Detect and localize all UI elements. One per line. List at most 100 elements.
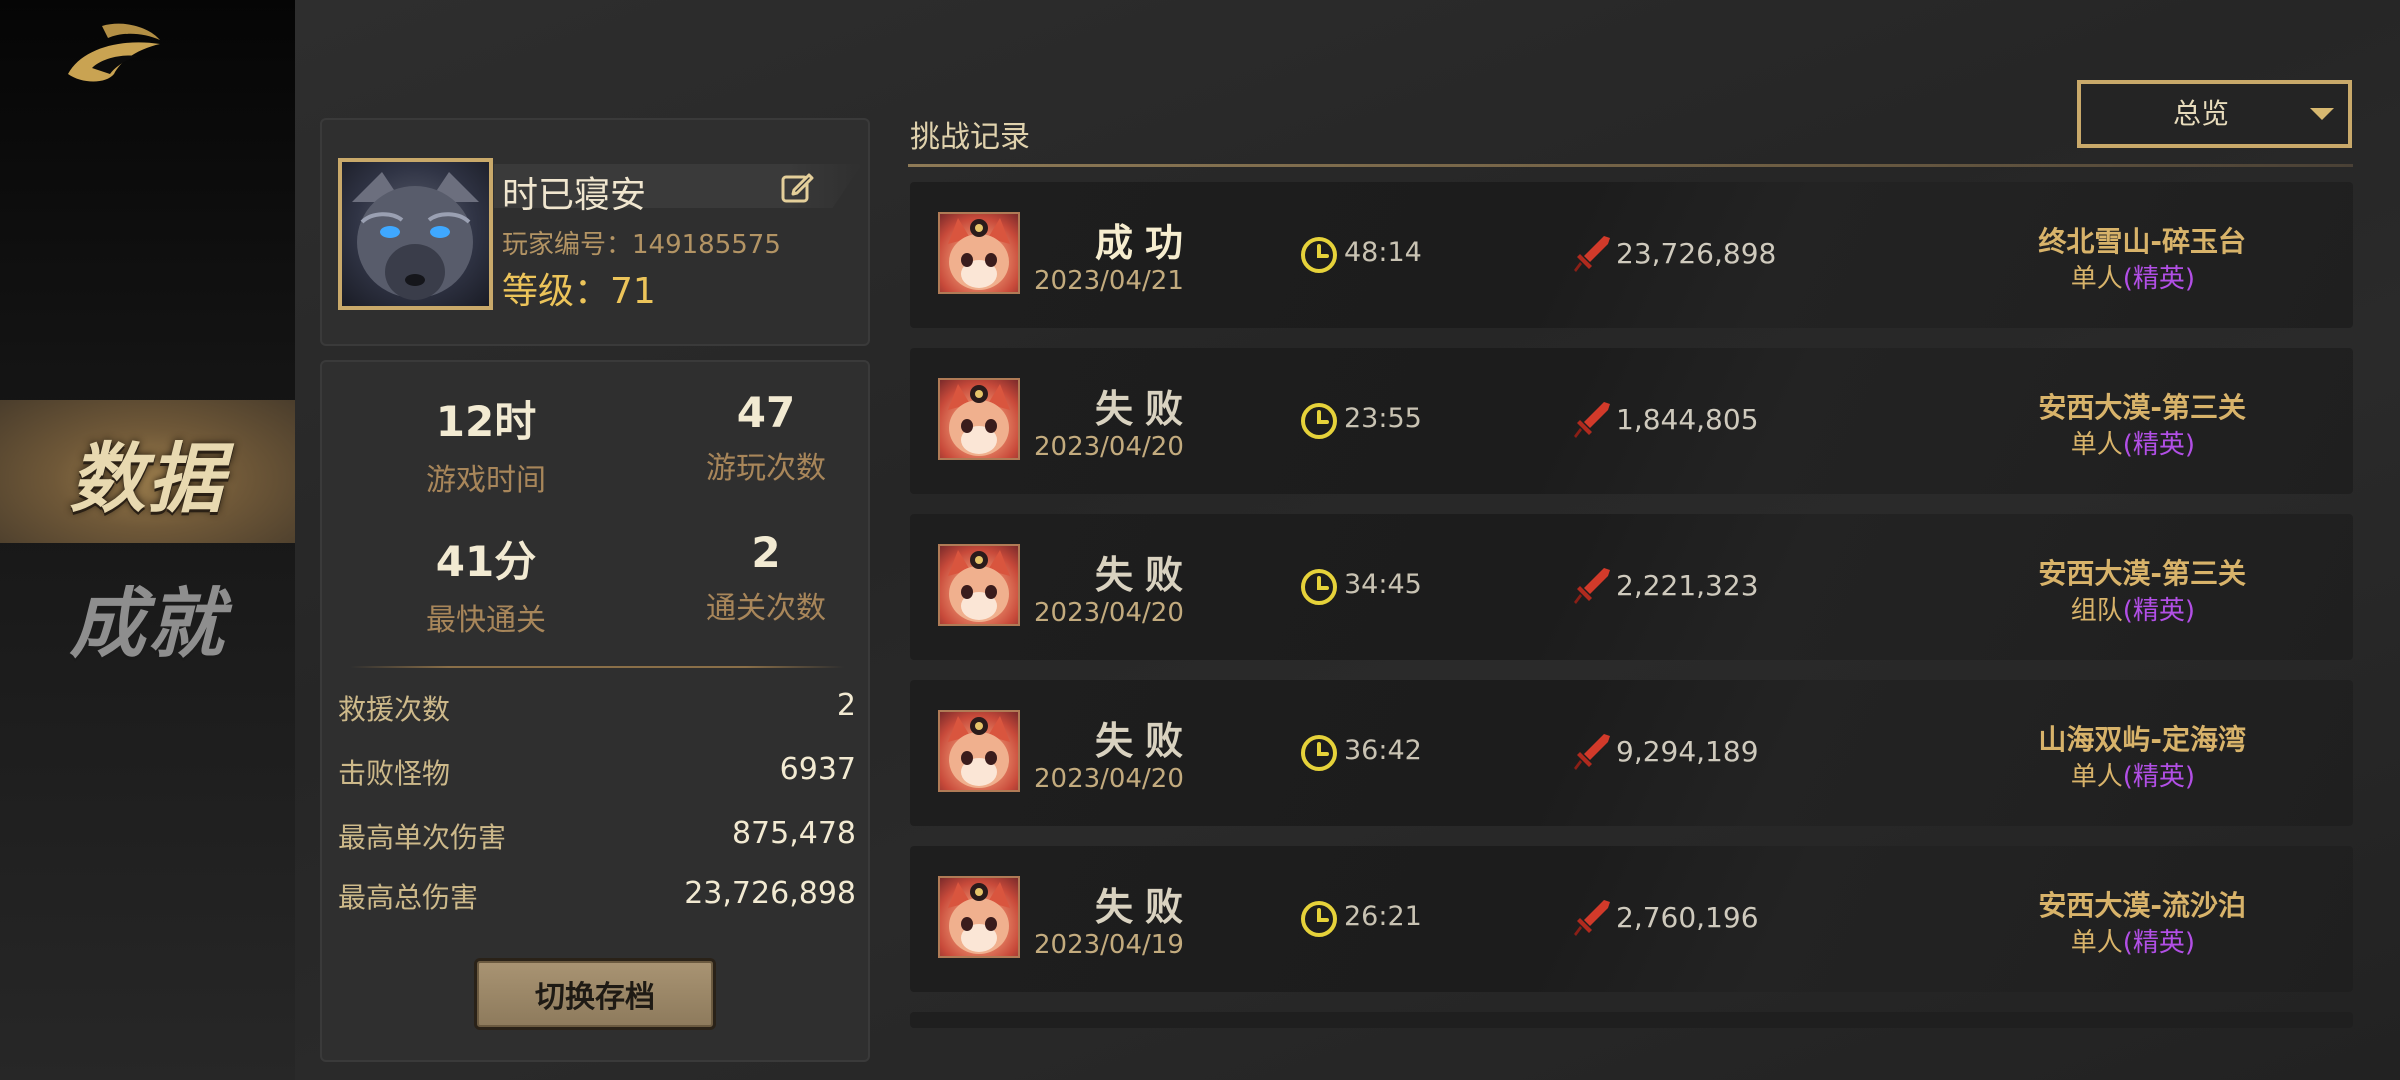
clock-icon [1301, 403, 1337, 439]
record-mode-type: 组队 [2070, 596, 2123, 626]
player-level: 等级：71 [502, 271, 656, 312]
clock-icon [1301, 237, 1337, 273]
clock-icon [1301, 901, 1337, 937]
record-difficulty: (精英) [2122, 762, 2195, 792]
record-difficulty: (精英) [2122, 430, 2195, 460]
record-stage: 安西大漠-第三关 [2038, 557, 2246, 590]
record-row[interactable]: 失败 2023/04/20 36:42 9,294,189 山海双屿-定海湾 单… [910, 680, 2353, 826]
record-partial [910, 1012, 2353, 1028]
stat-label: 游戏时间 [426, 463, 546, 498]
record-result: 失败 [1094, 387, 1195, 431]
chevron-down-icon [2310, 108, 2334, 120]
stat-label: 最快通关 [426, 603, 546, 638]
clock-icon [1301, 735, 1337, 771]
character-portrait-icon [938, 876, 1020, 958]
stat-row-key: 救援次数 [338, 693, 451, 726]
stat-row-value: 6937 [779, 752, 856, 787]
stats-card: 12时 游戏时间 47 游玩次数 41分 最快通关 2 通关次数 救援次数 2 … [320, 360, 870, 1062]
record-mode: 组队(精英) [2071, 590, 2195, 627]
character-portrait-icon [938, 378, 1020, 460]
stat-row-key: 最高总伤害 [338, 881, 479, 914]
stat-row-monsters: 击败怪物 6937 [338, 752, 856, 792]
character-portrait-icon [938, 544, 1020, 626]
record-damage: 2,760,196 [1616, 901, 1759, 934]
record-time: 36:42 [1344, 735, 1422, 766]
character-portrait-icon [938, 710, 1020, 792]
stat-row-value: 2 [836, 688, 856, 723]
edit-icon[interactable] [780, 170, 814, 204]
nav-tab-data[interactable]: 数据 [0, 400, 295, 543]
record-damage: 1,844,805 [1616, 403, 1759, 436]
records-title: 挑战记录 [910, 120, 1030, 155]
record-row[interactable]: 失败 2023/04/20 34:45 2,221,323 安西大漠-第三关 组… [910, 514, 2353, 660]
sword-icon [1574, 236, 1610, 272]
stat-row-rescues: 救援次数 2 [338, 688, 856, 728]
record-row[interactable]: 成功 2023/04/21 48:14 23,726,898 终北雪山-碎玉台 … [910, 182, 2353, 328]
switch-save-button[interactable]: 切换存档 [474, 958, 716, 1030]
record-damage: 9,294,189 [1616, 735, 1759, 768]
stat-value: 12时 [435, 397, 537, 446]
record-date: 2023/04/21 [1034, 266, 1184, 296]
avatar[interactable] [338, 158, 493, 310]
record-mode: 单人(精英) [2071, 922, 2195, 959]
stat-row-key: 最高单次伤害 [338, 821, 507, 854]
record-stage: 安西大漠-第三关 [2038, 391, 2246, 424]
sword-icon [1574, 568, 1610, 604]
sword-icon [1574, 402, 1610, 438]
stat-label: 游玩次数 [706, 451, 826, 486]
stat-row-max-single-damage: 最高单次伤害 875,478 [338, 816, 856, 856]
sword-icon [1574, 734, 1610, 770]
record-mode-type: 单人 [2070, 762, 2123, 792]
record-difficulty: (精英) [2122, 928, 2195, 958]
record-mode: 单人(精英) [2071, 756, 2195, 793]
nav-tab-achievements[interactable]: 成就 [0, 545, 295, 688]
stat-row-value: 23,726,898 [684, 876, 856, 911]
sword-icon [1574, 900, 1610, 936]
record-mode-type: 单人 [2070, 264, 2123, 294]
records-filter-dropdown[interactable]: 总览 [2077, 80, 2352, 148]
records-divider [908, 164, 2353, 167]
stat-clear-count: 2 通关次数 [646, 528, 886, 627]
record-date: 2023/04/20 [1034, 598, 1184, 628]
stat-row-value: 875,478 [731, 816, 856, 851]
record-difficulty: (精英) [2122, 596, 2195, 626]
record-time: 34:45 [1344, 569, 1422, 600]
record-time: 26:21 [1344, 901, 1422, 932]
nav-tab-label: 成就 [69, 578, 226, 668]
dropdown-value: 总览 [2172, 97, 2229, 130]
record-mode: 单人(精英) [2071, 424, 2195, 461]
stat-row-max-total-damage: 最高总伤害 23,726,898 [338, 876, 856, 916]
record-time: 48:14 [1344, 237, 1422, 268]
stat-value: 2 [751, 528, 781, 577]
player-name: 时已寝安 [502, 175, 647, 216]
clock-icon [1301, 569, 1337, 605]
nav-tab-label: 数据 [69, 433, 226, 523]
record-date: 2023/04/19 [1034, 930, 1184, 960]
stat-play-time: 12时 游戏时间 [366, 388, 606, 499]
stat-value: 47 [736, 388, 796, 437]
record-result: 失败 [1094, 553, 1195, 597]
record-stage: 终北雪山-碎玉台 [2038, 225, 2246, 258]
record-row[interactable]: 失败 2023/04/19 26:21 2,760,196 安西大漠-流沙泊 单… [910, 846, 2353, 992]
player-id: 玩家编号：149185575 [502, 230, 781, 260]
record-time: 23:55 [1344, 403, 1422, 434]
wolf-avatar-icon [352, 172, 479, 300]
record-result: 失败 [1094, 885, 1195, 929]
record-mode-type: 单人 [2070, 928, 2123, 958]
record-damage: 2,221,323 [1616, 569, 1759, 602]
record-result: 失败 [1094, 719, 1195, 763]
stats-divider [350, 666, 844, 668]
record-stage: 山海双屿-定海湾 [2038, 723, 2246, 756]
record-row[interactable]: 失败 2023/04/20 23:55 1,844,805 安西大漠-第三关 单… [910, 348, 2353, 494]
record-damage: 23,726,898 [1616, 237, 1777, 270]
record-date: 2023/04/20 [1034, 764, 1184, 794]
record-mode-type: 单人 [2070, 430, 2123, 460]
game-logo-icon [68, 23, 160, 82]
character-portrait-icon [938, 212, 1020, 294]
record-date: 2023/04/20 [1034, 432, 1184, 462]
stat-label: 通关次数 [706, 591, 826, 626]
stat-fastest-clear: 41分 最快通关 [366, 528, 606, 639]
record-mode: 单人(精英) [2071, 258, 2195, 295]
stat-play-count: 47 游玩次数 [646, 388, 886, 487]
record-result: 成功 [1094, 221, 1195, 265]
